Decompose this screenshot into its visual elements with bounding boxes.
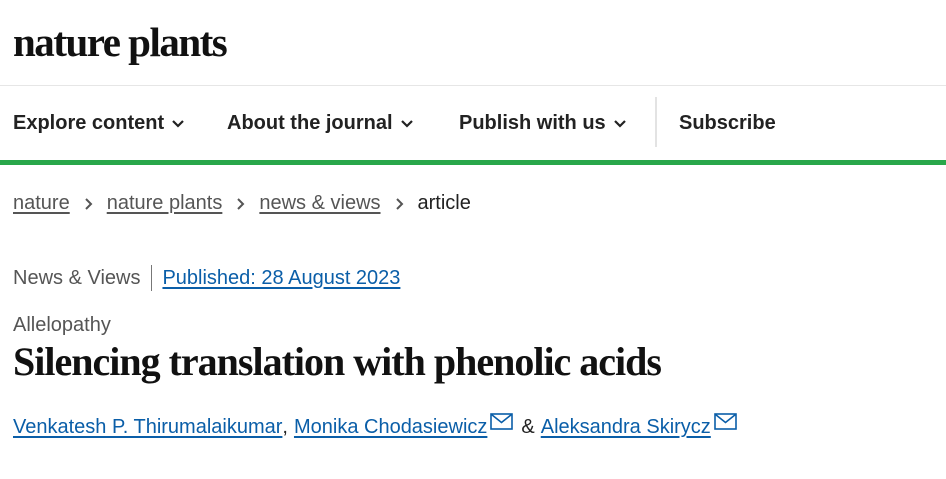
meta-divider [151, 265, 153, 291]
chevron-down-icon [613, 120, 626, 128]
author-link[interactable]: Venkatesh P. Thirumalaikumar [13, 416, 282, 439]
nav-about-journal-label: About the journal [227, 111, 393, 134]
nav-publish-with-us[interactable]: Publish with us [459, 86, 627, 160]
nav-explore-content-label: Explore content [13, 111, 165, 134]
masthead: nature plants [0, 0, 946, 86]
chevron-down-icon [400, 120, 413, 128]
article-type: News & Views [13, 266, 141, 289]
chevron-down-icon [172, 120, 184, 128]
breadcrumb: nature nature plants news & views articl… [13, 192, 471, 215]
article-title: Silencing translation with phenolic acid… [13, 339, 662, 384]
chevron-right-icon [237, 197, 245, 210]
nav-about-journal[interactable]: About the journal [227, 86, 414, 160]
article-subject: Allelopathy [13, 314, 111, 336]
published-date-link[interactable]: Published: 28 August 2023 [162, 267, 400, 290]
breadcrumb-news-views[interactable]: news & views [259, 192, 380, 215]
author-list: Venkatesh P. Thirumalaikumar , Monika Ch… [13, 413, 737, 439]
accent-bar [0, 160, 946, 165]
author-separator: , [282, 416, 288, 438]
nav-explore-content[interactable]: Explore content [13, 86, 185, 160]
breadcrumb-current: article [417, 192, 471, 214]
author-separator: & [521, 416, 535, 438]
main-nav: Explore content About the journal Publis… [0, 86, 946, 160]
nav-divider [655, 97, 657, 147]
chevron-right-icon [395, 197, 403, 210]
email-icon[interactable] [490, 413, 514, 430]
email-icon[interactable] [713, 413, 737, 430]
nav-publish-with-us-label: Publish with us [459, 111, 606, 134]
subscribe-link[interactable]: Subscribe [679, 86, 776, 160]
chevron-right-icon [85, 197, 93, 210]
author-link[interactable]: Aleksandra Skirycz [541, 416, 711, 439]
journal-logo[interactable]: nature plants [13, 22, 228, 63]
article-meta: News & Views Published: 28 August 2023 [13, 265, 400, 291]
breadcrumb-nature-plants[interactable]: nature plants [107, 192, 223, 215]
breadcrumb-nature[interactable]: nature [13, 192, 70, 215]
author-link[interactable]: Monika Chodasiewicz [294, 416, 487, 439]
